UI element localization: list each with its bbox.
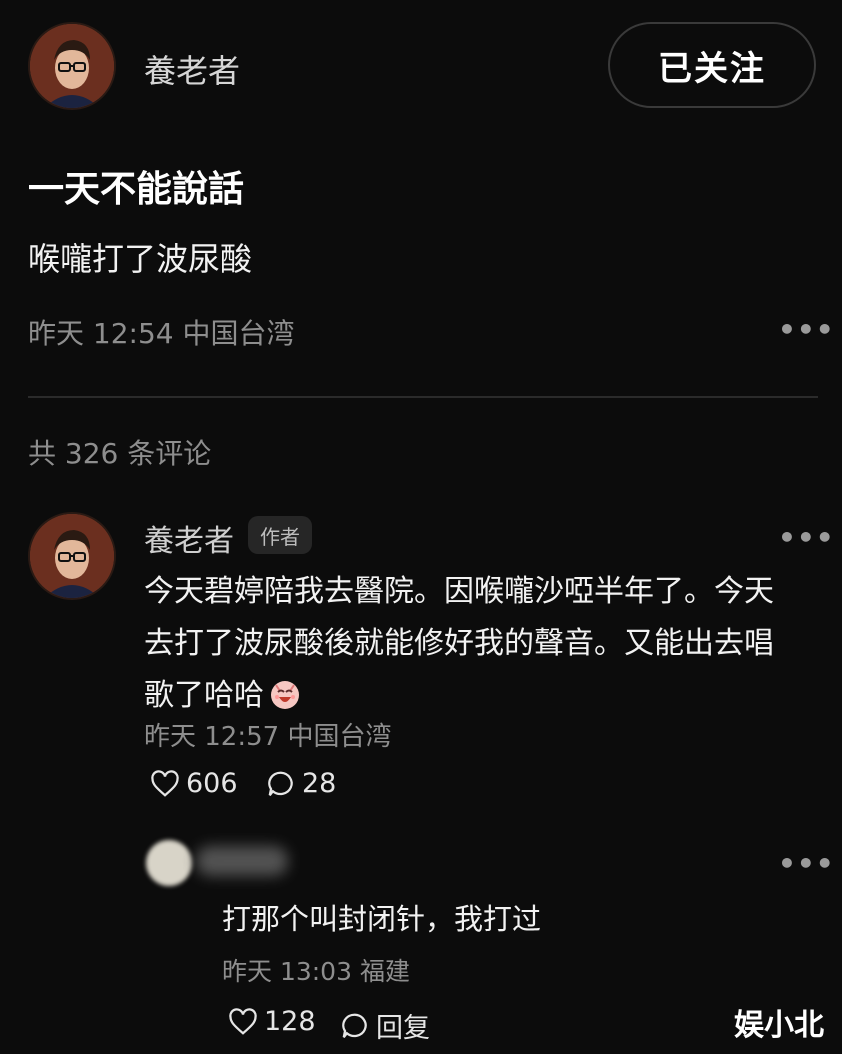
reply-like-count: 128 [264,1006,316,1037]
more-horizontal-icon[interactable]: ••• [778,316,835,344]
reply-text: 打那个叫封闭针，我打过 [222,902,542,936]
comment-line-text: 歌了哈哈 [144,678,264,713]
reply-meta: 昨天 13:03 福建 [222,957,410,986]
reply-like-button[interactable]: 128 [228,1006,316,1037]
comment-count: 共 326 条评论 [28,437,212,470]
reply-count-button[interactable]: 28 [266,768,336,799]
more-horizontal-icon[interactable]: ••• [778,850,835,878]
reply-author-name-blurred[interactable] [196,846,288,876]
author-avatar[interactable] [28,22,116,110]
heart-icon [151,769,179,797]
comment-line: 去打了波尿酸後就能修好我的聲音。又能出去唱 [144,626,774,661]
more-horizontal-icon[interactable]: ••• [778,524,835,552]
post-meta: 昨天 12:54 中国台湾 [28,317,295,350]
watermark: 娱小北 [734,1008,824,1043]
comment-author-name[interactable]: 養老者 [144,516,234,560]
reply-count: 28 [302,768,337,799]
author-name[interactable]: 養老者 [144,46,240,92]
reply-button[interactable]: 回复 [340,1006,430,1045]
post-body: 喉嚨打了波尿酸 [28,240,253,278]
comment-text: 今天碧婷陪我去醫院。因喉嚨沙啞半年了。今天 去打了波尿酸後就能修好我的聲音。又能… [144,566,814,728]
following-button[interactable]: 已关注 [608,22,816,108]
reply-author-avatar[interactable] [146,840,192,886]
like-button[interactable]: 606 [150,768,238,799]
reply-label: 回复 [376,1013,430,1044]
author-badge: 作者 [248,516,312,554]
comment-bubble-icon [342,1013,367,1038]
comment-line: 今天碧婷陪我去醫院。因喉嚨沙啞半年了。今天 [144,574,774,609]
divider [28,396,818,398]
heart-icon [229,1007,257,1035]
like-count: 606 [186,768,238,799]
comment-bubble-icon [268,771,293,796]
comment-author-avatar[interactable] [28,512,116,600]
comment-meta: 昨天 12:57 中国台湾 [144,722,392,752]
post-title: 一天不能說話 [28,169,245,210]
